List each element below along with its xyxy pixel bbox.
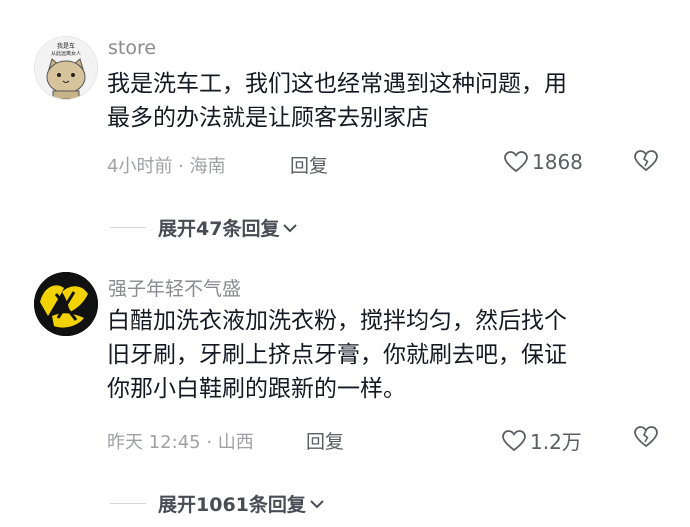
comment-text-line: 我是洗车工，我们这也经常遇到这种问题，用 bbox=[107, 71, 567, 97]
reply-button[interactable]: 回复 bbox=[306, 427, 344, 454]
avatar-caption-line1: 我是车 bbox=[57, 42, 75, 50]
expand-replies-button[interactable]: 展开47条回复 bbox=[110, 214, 298, 241]
comment-meta: 昨天 12:45 · 山西 bbox=[107, 432, 254, 453]
chevron-down-icon bbox=[310, 499, 324, 508]
divider-line bbox=[110, 227, 146, 228]
broken-heart-icon bbox=[634, 150, 658, 172]
comment-text: 白醋加洗衣液加洗衣粉，搅拌均匀，然后找个 旧牙刷，牙刷上挤点牙膏，你就刷去吧，保… bbox=[107, 304, 667, 406]
divider-line bbox=[110, 503, 146, 504]
avatar-caption-line2: 从此远离女人 bbox=[51, 50, 81, 57]
like-count: 1.2万 bbox=[530, 430, 582, 454]
like-count: 1868 bbox=[532, 150, 583, 174]
calligraphy-avatar-image bbox=[34, 272, 98, 336]
username[interactable]: 强子年轻不气盛 bbox=[108, 274, 241, 301]
comment-text-line: 最多的办法就是让顾客去别家店 bbox=[107, 105, 429, 131]
dislike-button[interactable] bbox=[634, 150, 658, 176]
comment-text-line: 白醋加洗衣液加洗衣粉，搅拌均匀，然后找个 bbox=[107, 308, 567, 334]
dislike-button[interactable] bbox=[634, 426, 658, 452]
avatar[interactable]: 我是车 从此远离女人 bbox=[34, 36, 98, 100]
broken-heart-icon bbox=[634, 426, 658, 448]
username[interactable]: store bbox=[108, 37, 156, 59]
comment-text-line: 你那小白鞋刷的跟新的一样。 bbox=[107, 376, 406, 402]
avatar[interactable] bbox=[34, 272, 98, 336]
chevron-down-icon bbox=[283, 223, 298, 232]
like-button[interactable]: 1868 bbox=[504, 150, 583, 174]
expand-replies-button[interactable]: 展开1061条回复 bbox=[110, 490, 325, 517]
comment-text-line: 旧牙刷，牙刷上挤点牙膏，你就刷去吧，保证 bbox=[107, 342, 567, 368]
comment-meta: 4小时前 · 海南 bbox=[107, 156, 226, 177]
cat-avatar-image: 我是车 从此远离女人 bbox=[35, 37, 97, 99]
heart-icon bbox=[504, 151, 528, 173]
expand-replies-label: 展开47条回复 bbox=[158, 218, 280, 240]
like-button[interactable]: 1.2万 bbox=[502, 426, 582, 455]
reply-button[interactable]: 回复 bbox=[290, 151, 328, 178]
heart-icon bbox=[502, 429, 526, 451]
expand-replies-label: 展开1061条回复 bbox=[158, 494, 306, 516]
comment-text: 我是洗车工，我们这也经常遇到这种问题，用 最多的办法就是让顾客去别家店 bbox=[107, 67, 667, 135]
